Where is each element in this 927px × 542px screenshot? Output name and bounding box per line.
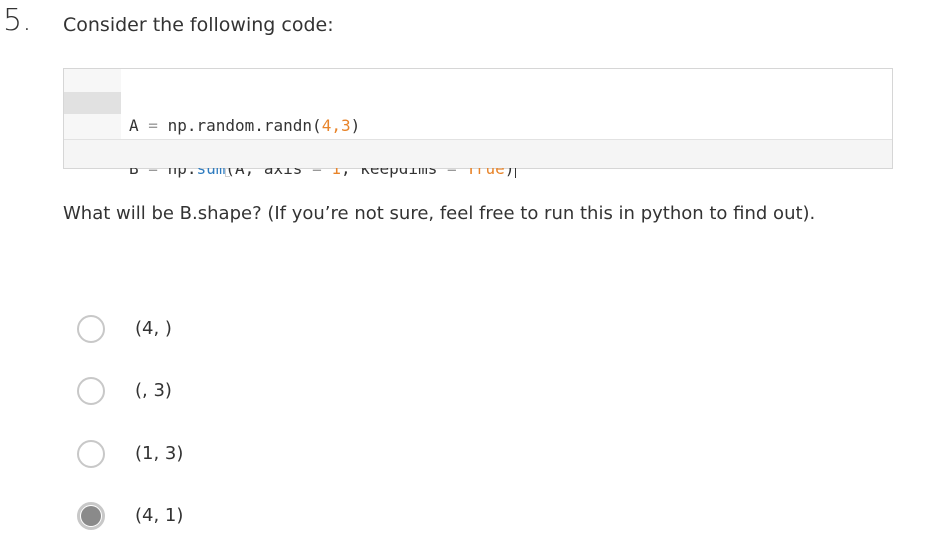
answer-option-2[interactable]: (, 3) [77, 377, 477, 407]
code-token-number: 3 [340, 116, 351, 135]
answer-option-1[interactable]: (4, ) [77, 315, 477, 345]
code-editor-footer [64, 140, 892, 168]
code-editor[interactable]: 1 A = np.random.randn(4,3) 2 B = np.sum(… [63, 68, 893, 178]
code-token-paren: ) [350, 116, 361, 135]
answer-option-label[interactable]: (4, ) [135, 316, 172, 342]
answer-option-label[interactable]: (4, 1) [135, 503, 183, 529]
code-area[interactable]: 1 A = np.random.randn(4,3) 2 B = np.sum(… [64, 69, 892, 178]
answer-option-label[interactable]: (1, 3) [135, 441, 183, 467]
code-token-comma: , [331, 116, 341, 135]
code-token-operator: = [148, 116, 158, 135]
radio-button[interactable] [77, 377, 105, 405]
code-line-1[interactable]: 1 A = np.random.randn(4,3) [64, 71, 892, 135]
question-text: What will be B.shape? (If you’re not sur… [63, 203, 816, 224]
answer-option-4[interactable]: (4, 1) [77, 502, 477, 532]
radio-button-selected[interactable] [77, 502, 105, 530]
code-token-call: np.random.randn( [167, 116, 322, 135]
answer-option-label[interactable]: (, 3) [135, 378, 172, 404]
radio-button[interactable] [77, 440, 105, 468]
answer-option-3[interactable]: (1, 3) [77, 440, 477, 470]
code-line-2[interactable]: 2 B = np.sum(A, axis = 1, keepdims = Tru… [64, 92, 892, 178]
question-number: 5. [3, 3, 32, 38]
radio-button[interactable] [77, 315, 105, 343]
question-prompt: Consider the following code: [63, 14, 334, 36]
code-token-number: 4 [321, 116, 332, 135]
code-token-var: A [129, 116, 139, 135]
code-text: A = np.random.randn(4,3) [129, 115, 360, 137]
active-line-highlight [64, 92, 121, 114]
